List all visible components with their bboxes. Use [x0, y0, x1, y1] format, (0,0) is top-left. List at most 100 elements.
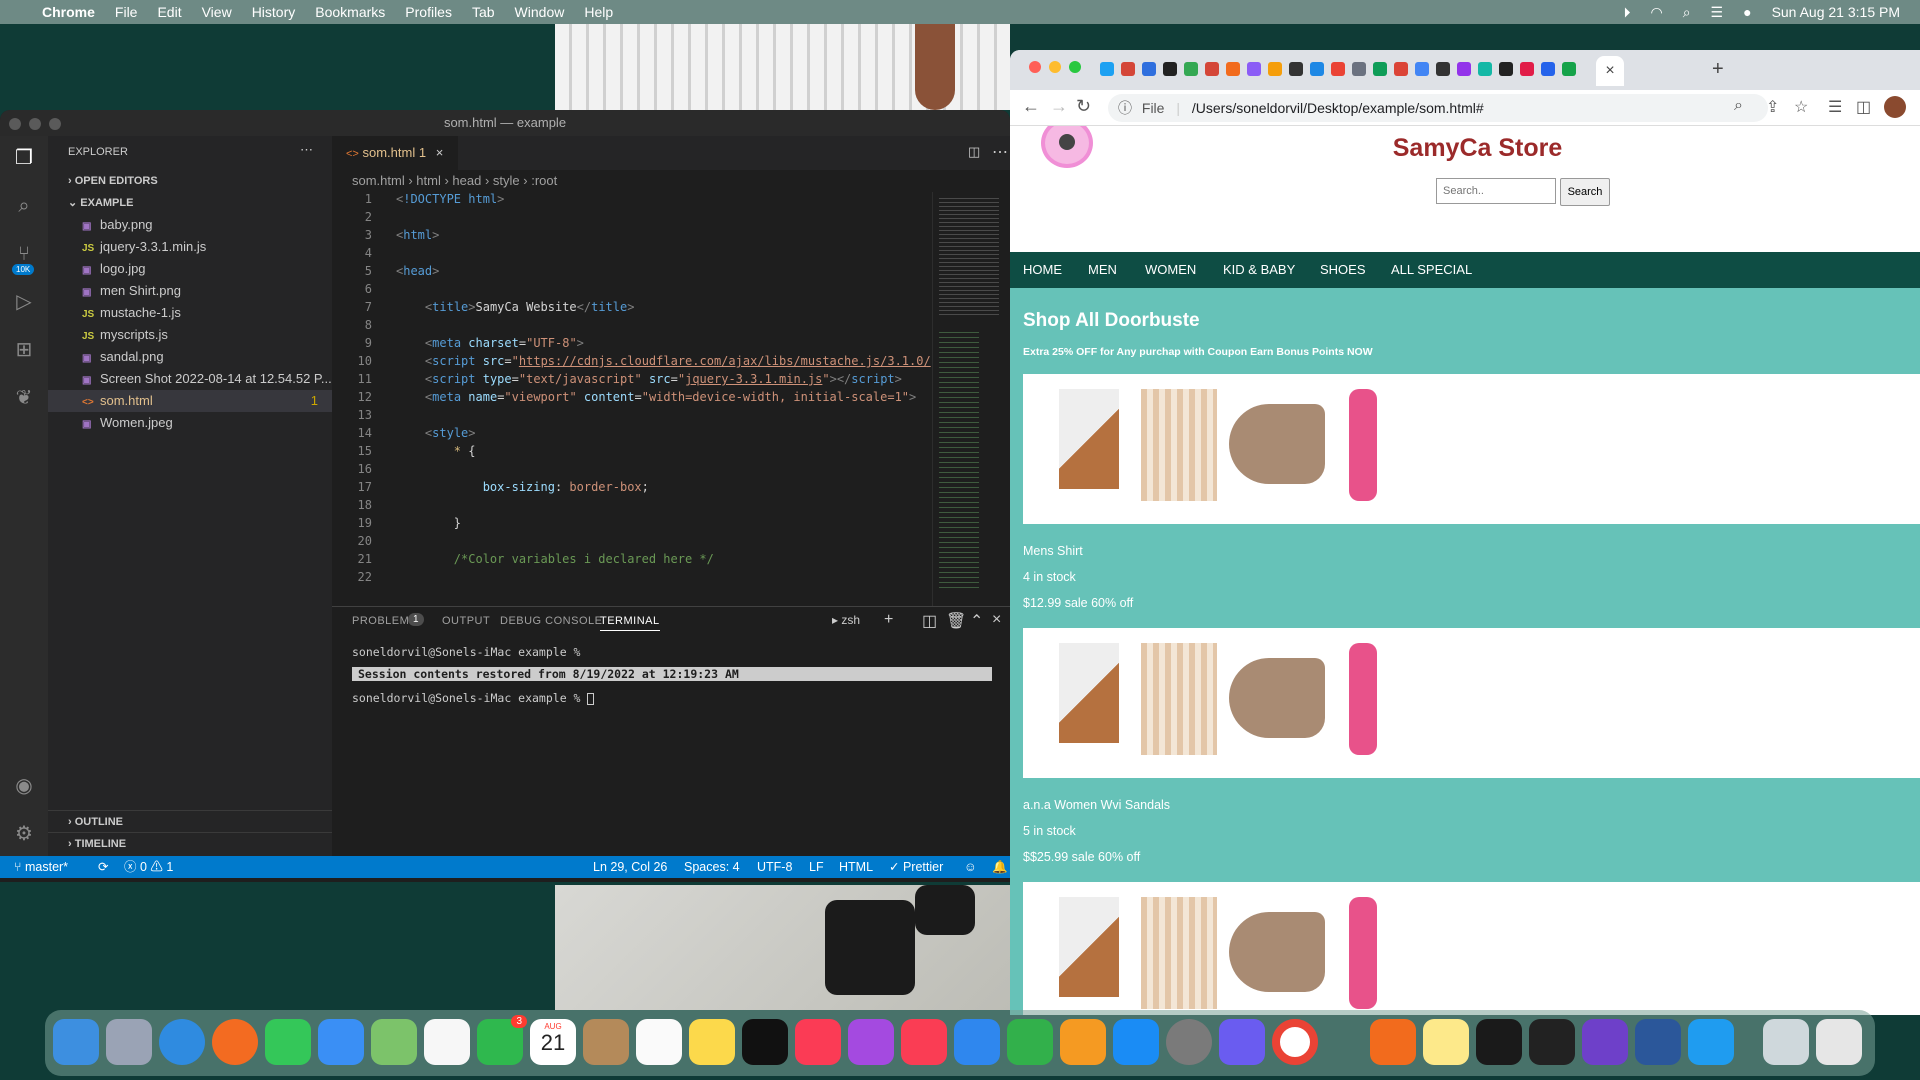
split-editor-icon[interactable]: ◫ — [968, 144, 980, 160]
address-bar[interactable]: ⓘ File | /Users/soneldorvil/Desktop/exam… — [1108, 94, 1768, 122]
play-status-icon[interactable]: ⏵ — [1623, 4, 1630, 21]
menu-window[interactable]: Window — [505, 4, 575, 20]
mail-icon[interactable] — [318, 1019, 364, 1065]
reminders-icon[interactable] — [636, 1019, 682, 1065]
file-item[interactable]: <> som.html 1 — [48, 390, 332, 412]
file-item[interactable]: ▣ Women.jpeg — [48, 412, 332, 434]
tab-debug-console[interactable]: DEBUG CONSOLE — [500, 615, 602, 627]
sublime-merge-icon[interactable] — [1370, 1019, 1416, 1065]
nav-shoes[interactable]: SHOES — [1320, 252, 1366, 288]
tab-output[interactable]: OUTPUT — [442, 615, 490, 627]
encoding[interactable]: UTF-8 — [757, 856, 792, 878]
browser-tab-favicon-icon[interactable] — [1541, 62, 1555, 76]
feedback-icon[interactable]: ☺ — [964, 856, 977, 878]
sync-icon[interactable]: ⟳ — [98, 856, 108, 878]
browser-tab-favicon-icon[interactable] — [1205, 62, 1219, 76]
breadcrumb-item[interactable]: :root — [531, 173, 557, 188]
file-item[interactable]: ▣ men Shirt.png — [48, 280, 332, 302]
browser-tab-favicon-icon[interactable] — [1121, 62, 1135, 76]
code-editor[interactable]: 1 2 3 4 5 6 7 8 9 10 11 12 13 14 15 16 17 18 19 20 21 22 <!DO… — [332, 192, 932, 606]
file-item[interactable]: JS mustache-1.js — [48, 302, 332, 324]
branch-status[interactable]: ⑂ master* — [14, 856, 68, 878]
menu-profiles[interactable]: Profiles — [395, 4, 462, 20]
product-image-row[interactable] — [1023, 628, 1920, 778]
system-preferences-icon[interactable] — [1166, 1019, 1212, 1065]
share-icon[interactable]: ⇪ — [1766, 97, 1779, 117]
zoom-icon[interactable]: ⌕ — [1734, 97, 1743, 115]
control-center-icon[interactable]: ☰ — [1711, 4, 1724, 21]
firefox-icon[interactable] — [212, 1019, 258, 1065]
browser-tab-favicon-icon[interactable] — [1457, 62, 1471, 76]
browser-tab-favicon-icon[interactable] — [1499, 62, 1513, 76]
messages-icon[interactable] — [265, 1019, 311, 1065]
timeline-section[interactable]: › TIMELINE — [48, 832, 332, 854]
numbers-icon[interactable] — [1007, 1019, 1053, 1065]
bookmark-star-icon[interactable]: ☆ — [1794, 97, 1808, 117]
apple-tv-icon[interactable] — [742, 1019, 788, 1065]
tab-som-html[interactable]: <> som.html 1 × — [332, 136, 458, 170]
github-desktop-icon[interactable] — [1582, 1019, 1628, 1065]
browser-tab-favicon-icon[interactable] — [1415, 62, 1429, 76]
breadcrumb-item[interactable]: style — [493, 173, 520, 188]
word-icon[interactable] — [1635, 1019, 1681, 1065]
menu-tab[interactable]: Tab — [462, 4, 505, 20]
terminal-icon[interactable] — [1476, 1019, 1522, 1065]
wifi-icon[interactable]: ◠ — [1650, 4, 1662, 21]
product-image-row[interactable] — [1023, 374, 1920, 524]
browser-tab-favicon-icon[interactable] — [1142, 62, 1156, 76]
menu-help[interactable]: Help — [574, 4, 623, 20]
browser-tab-favicon-icon[interactable] — [1478, 62, 1492, 76]
nav-women[interactable]: WOMEN — [1145, 252, 1196, 288]
facetime-icon[interactable]: 3 — [477, 1015, 527, 1065]
file-item[interactable]: JS myscripts.js — [48, 324, 332, 346]
chrome-icon[interactable] — [1272, 1019, 1318, 1065]
trash-icon[interactable] — [1816, 1019, 1862, 1065]
browser-tab-favicon-icon[interactable] — [1310, 62, 1324, 76]
photos-icon[interactable] — [424, 1019, 470, 1065]
browser-tab-favicon-icon[interactable] — [1331, 62, 1345, 76]
downloads-folder-icon[interactable] — [1763, 1019, 1809, 1065]
explorer-icon[interactable]: ❐ — [10, 144, 38, 172]
close-panel-icon[interactable]: × — [992, 611, 1001, 629]
search-input[interactable] — [1436, 178, 1556, 204]
close-window-button[interactable] — [1029, 61, 1041, 73]
browser-tab-favicon-icon[interactable] — [1226, 62, 1240, 76]
browser-tab-favicon-icon[interactable] — [1394, 62, 1408, 76]
minimize-window-button[interactable] — [1049, 61, 1061, 73]
close-window-button[interactable] — [9, 118, 21, 130]
open-editors-section[interactable]: › OPEN EDITORS — [48, 170, 332, 192]
nav-kid-baby[interactable]: KID & BABY — [1223, 252, 1295, 288]
notes-icon[interactable] — [689, 1019, 735, 1065]
product-image-row[interactable] — [1023, 882, 1920, 1015]
side-panel-icon[interactable]: ◫ — [1856, 97, 1871, 117]
menu-view[interactable]: View — [192, 4, 242, 20]
extensions-icon[interactable]: ⊞ — [10, 336, 38, 364]
vscode-icon[interactable] — [1688, 1019, 1734, 1065]
back-icon[interactable]: ← — [1022, 96, 1040, 117]
end-of-line[interactable]: LF — [809, 856, 824, 878]
breadcrumb-item[interactable]: html — [416, 173, 441, 188]
browser-tab-favicon-icon[interactable] — [1163, 62, 1177, 76]
music-icon[interactable] — [795, 1019, 841, 1065]
menu-app-name[interactable]: Chrome — [32, 4, 105, 20]
menu-edit[interactable]: Edit — [147, 4, 191, 20]
breadcrumb-item[interactable]: head — [452, 173, 481, 188]
file-item[interactable]: JS jquery-3.3.1.min.js — [48, 236, 332, 258]
menu-history[interactable]: History — [242, 4, 306, 20]
browser-tab-favicon-icon[interactable] — [1268, 62, 1282, 76]
zoom-window-button[interactable] — [1069, 61, 1081, 73]
browser-tab-favicon-icon[interactable] — [1100, 62, 1114, 76]
nav-all-special[interactable]: ALL SPECIAL — [1391, 252, 1472, 288]
nav-home[interactable]: HOME — [1023, 252, 1062, 288]
settings-gear-icon[interactable]: ⚙ — [10, 820, 38, 848]
launchpad-icon[interactable] — [106, 1019, 152, 1065]
indentation[interactable]: Spaces: 4 — [684, 856, 740, 878]
tab-terminal[interactable]: TERMINAL — [600, 615, 660, 631]
notifications-icon[interactable]: 🔔 — [992, 856, 1008, 878]
finder-icon[interactable] — [53, 1019, 99, 1065]
folder-section[interactable]: ⌄ EXAMPLE — [48, 192, 332, 214]
problems-status[interactable]: ⓧ 0 ⚠ 1 — [124, 856, 173, 878]
more-actions-icon[interactable]: ⋯ — [300, 142, 313, 158]
menu-file[interactable]: File — [105, 4, 148, 20]
piano-app-icon[interactable] — [1529, 1019, 1575, 1065]
